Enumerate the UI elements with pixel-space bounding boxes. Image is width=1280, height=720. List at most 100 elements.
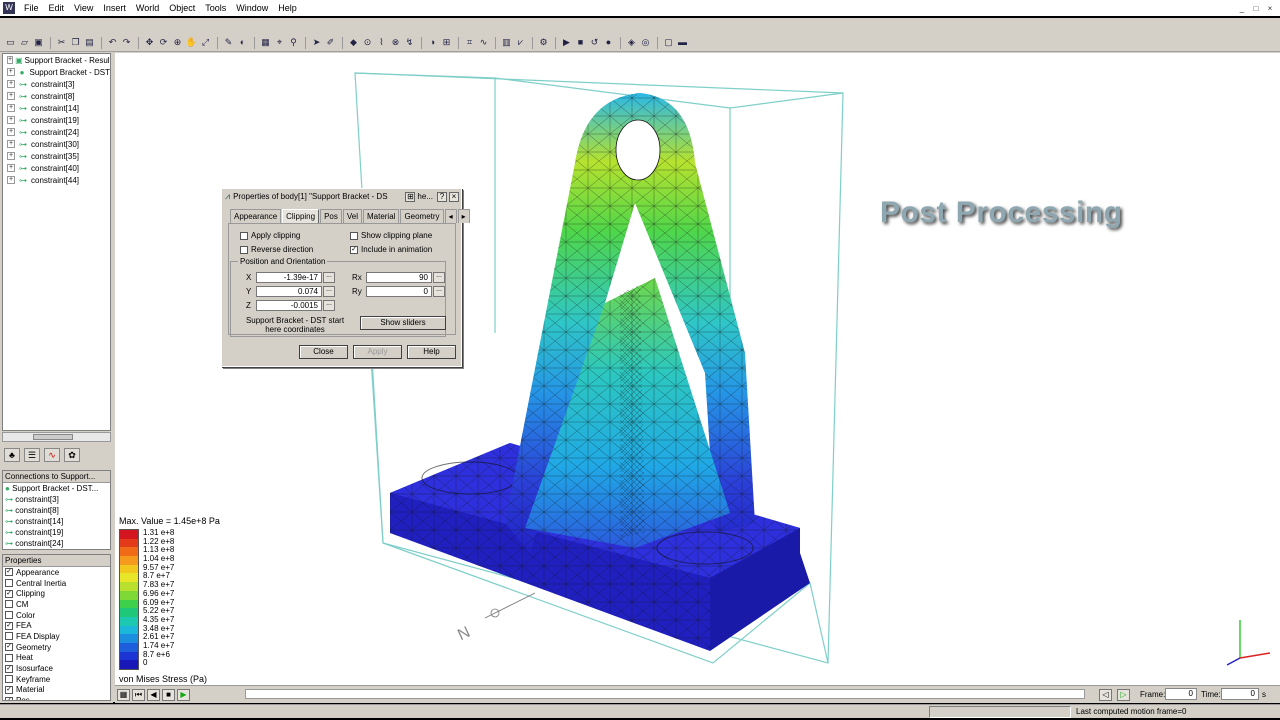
tab-scroll-left-icon[interactable]: ◂ (444, 209, 457, 223)
open-icon[interactable]: ▱ (18, 36, 31, 49)
next-frame-icon[interactable]: ▷ (1117, 689, 1130, 701)
tree-item[interactable]: + ⊶ constraint[19] (3, 114, 110, 126)
tree-item[interactable]: + ⊶ constraint[30] (3, 138, 110, 150)
tab-vel[interactable]: Vel (342, 209, 362, 223)
apply-button[interactable]: Apply (353, 345, 402, 359)
expand-icon[interactable]: + (7, 140, 15, 148)
tree-scrollbar[interactable] (2, 432, 111, 442)
paste-icon[interactable]: ▤ (83, 36, 96, 49)
time-field[interactable]: 0 (1221, 688, 1259, 700)
expand-icon[interactable]: + (7, 176, 15, 184)
property-item[interactable]: ✓ Geometry (3, 642, 110, 653)
plot-icon[interactable]: ⩗ (514, 36, 527, 49)
rewind-icon[interactable]: ⏮ (132, 688, 145, 701)
tree-item[interactable]: + ⊶ constraint[8] (3, 90, 110, 102)
expand-icon[interactable]: + (7, 116, 15, 124)
render-icon[interactable]: ◐ (236, 36, 249, 49)
trace-icon[interactable]: ∿ (477, 36, 490, 49)
property-item[interactable]: Color (3, 610, 110, 621)
copy-icon[interactable]: ❐ (69, 36, 82, 49)
property-item[interactable]: ✓ FEA (3, 620, 110, 631)
z-browse-button[interactable]: ... (323, 300, 335, 311)
menu-object[interactable]: Object (164, 3, 200, 13)
connection-item[interactable]: ⊶ constraint[3] (3, 494, 110, 505)
mesh-icon[interactable]: ⊞ (440, 36, 453, 49)
checkbox-box[interactable] (240, 231, 248, 240)
minimize-button[interactable]: _ (1236, 3, 1248, 14)
apply-clipping-checkbox[interactable]: Apply clipping (240, 231, 300, 240)
include-in-animation-checkbox[interactable]: ✓ Include in animation (350, 245, 432, 254)
restore-button[interactable]: □ (1250, 3, 1262, 14)
select-icon[interactable]: ➤ (310, 36, 323, 49)
property-item[interactable]: Keyframe (3, 674, 110, 685)
sketch-icon[interactable]: ✎ (222, 36, 235, 49)
tree-item[interactable]: + ● Support Bracket - DST (3, 66, 110, 78)
property-item[interactable]: ✓ Pos (3, 695, 110, 700)
play-icon[interactable]: ▶ (177, 688, 190, 701)
force-icon[interactable]: ↯ (403, 36, 416, 49)
rx-browse-button[interactable]: ... (433, 272, 445, 283)
3d-viewport[interactable]: N Post Processing Max. Value = 1.45e+8 P… (115, 53, 1280, 685)
property-checkbox[interactable] (5, 579, 13, 588)
stress-icon[interactable]: ◎ (639, 36, 652, 49)
y-browse-button[interactable]: ... (323, 286, 335, 297)
menu-view[interactable]: View (69, 3, 98, 13)
tab-scroll-right-icon[interactable]: ▸ (457, 209, 470, 223)
property-checkbox[interactable]: ✓ (5, 696, 13, 700)
curve-tab-icon[interactable]: ∿ (44, 448, 60, 462)
property-checkbox[interactable] (5, 632, 13, 641)
close-window-button[interactable]: × (1264, 3, 1276, 14)
expand-icon[interactable]: + (7, 56, 14, 64)
dialog-titlebar[interactable]: ⩘ Properties of body[1] "Support Bracket… (222, 189, 461, 204)
connection-item[interactable]: ⊶ constraint[19] (3, 527, 110, 538)
connection-item[interactable]: ⊶ constraint[8] (3, 505, 110, 516)
ry-browse-button[interactable]: ... (433, 286, 445, 297)
expand-icon[interactable]: + (7, 152, 15, 160)
tree-item[interactable]: + ▣ Support Bracket - Results (3, 54, 110, 66)
pin-icon[interactable]: ⊞ (405, 191, 416, 202)
undo-icon[interactable]: ↶ (106, 36, 119, 49)
property-item[interactable]: Central Inertia (3, 578, 110, 589)
show-sliders-button[interactable]: Show sliders (360, 316, 446, 330)
pan-icon[interactable]: ✋ (185, 36, 198, 49)
cut-icon[interactable]: ✂ (55, 36, 68, 49)
joint-icon[interactable]: ⊙ (361, 36, 374, 49)
spring-icon[interactable]: ⌇ (375, 36, 388, 49)
tab-pos[interactable]: Pos (320, 209, 342, 223)
property-checkbox[interactable]: ✓ (5, 643, 13, 652)
checkbox-box[interactable] (350, 231, 358, 240)
help-button[interactable]: Help (407, 345, 456, 359)
menu-edit[interactable]: Edit (44, 3, 70, 13)
close-button[interactable]: Close (299, 345, 348, 359)
motor-icon[interactable]: ⊗ (389, 36, 402, 49)
edit-icon[interactable]: ✐ (324, 36, 337, 49)
menu-file[interactable]: File (19, 3, 44, 13)
y-field[interactable]: 0.074 (256, 286, 322, 297)
close-icon[interactable]: × (449, 191, 459, 202)
tree-item[interactable]: + ⊶ constraint[40] (3, 162, 110, 174)
rotate-icon[interactable]: ⟳ (157, 36, 170, 49)
property-checkbox[interactable] (5, 653, 13, 662)
prev-frame-icon[interactable]: ◁ (1099, 689, 1112, 701)
menu-window[interactable]: Window (231, 3, 273, 13)
save-icon[interactable]: ▣ (32, 36, 45, 49)
reverse-direction-checkbox[interactable]: Reverse direction (240, 245, 313, 254)
film-icon[interactable]: ▦ (117, 688, 130, 701)
fit-icon[interactable]: ⤢ (199, 36, 212, 49)
meter-icon[interactable]: ▥ (500, 36, 513, 49)
stop-icon[interactable]: ■ (574, 36, 587, 49)
expand-icon[interactable]: + (7, 128, 15, 136)
list-tab-icon[interactable]: ☰ (24, 448, 40, 462)
connection-item[interactable]: ⊶ constraint[24] (3, 538, 110, 549)
expand-icon[interactable]: + (7, 104, 15, 112)
menu-tools[interactable]: Tools (200, 3, 231, 13)
tree-item[interactable]: + ⊶ constraint[35] (3, 150, 110, 162)
tab-material[interactable]: Material (362, 209, 400, 223)
menu-insert[interactable]: Insert (98, 3, 131, 13)
display-icon[interactable]: ▢ (662, 36, 675, 49)
menu-help[interactable]: Help (273, 3, 302, 13)
property-checkbox[interactable] (5, 600, 13, 609)
expand-icon[interactable]: + (7, 92, 15, 100)
reset-icon[interactable]: ↺ (588, 36, 601, 49)
tree-item[interactable]: + ⊶ constraint[44] (3, 174, 110, 186)
